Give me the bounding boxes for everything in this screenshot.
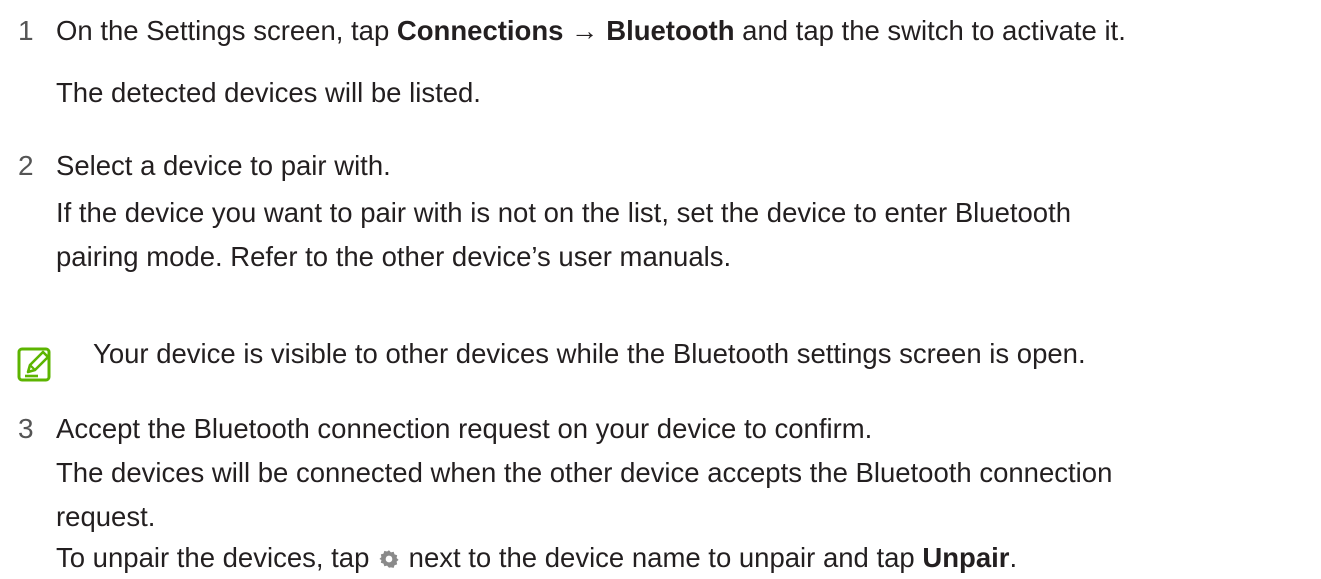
arrow-separator: →	[563, 15, 607, 46]
unpair-text-part: next to the device name to unpair and ta…	[401, 542, 923, 573]
step-text-part: On the Settings screen, tap	[56, 15, 397, 46]
unpair-text-part: .	[1009, 542, 1018, 573]
step-number: 1	[18, 15, 34, 46]
step-text: Accept the Bluetooth connection request …	[56, 413, 873, 444]
menu-path-connections: Connections	[396, 15, 564, 46]
step-subtext: The devices will be connected when the o…	[56, 457, 1113, 488]
step-number: 3	[18, 413, 34, 444]
step-text-part: and tap the switch to activate it.	[734, 15, 1126, 46]
step-number: 2	[18, 150, 34, 181]
step-subtext: The detected devices will be listed.	[56, 77, 481, 108]
gear-icon	[379, 550, 399, 568]
step-subtext: pairing mode. Refer to the other device’…	[56, 241, 732, 272]
note-text: Your device is visible to other devices …	[93, 338, 1086, 369]
unpair-text-part: To unpair the devices, tap	[56, 542, 378, 573]
step-subtext: request.	[56, 501, 156, 532]
step-text: On the Settings screen, tap Connections …	[56, 14, 1126, 48]
step-subtext: If the device you want to pair with is n…	[56, 197, 1072, 228]
step-text: Select a device to pair with.	[56, 150, 391, 181]
note-pencil-icon	[17, 347, 51, 382]
unpair-label: Unpair	[922, 542, 1010, 573]
menu-path-bluetooth: Bluetooth	[606, 15, 735, 46]
unpair-instruction: To unpair the devices, tap next to the d…	[56, 541, 1017, 575]
